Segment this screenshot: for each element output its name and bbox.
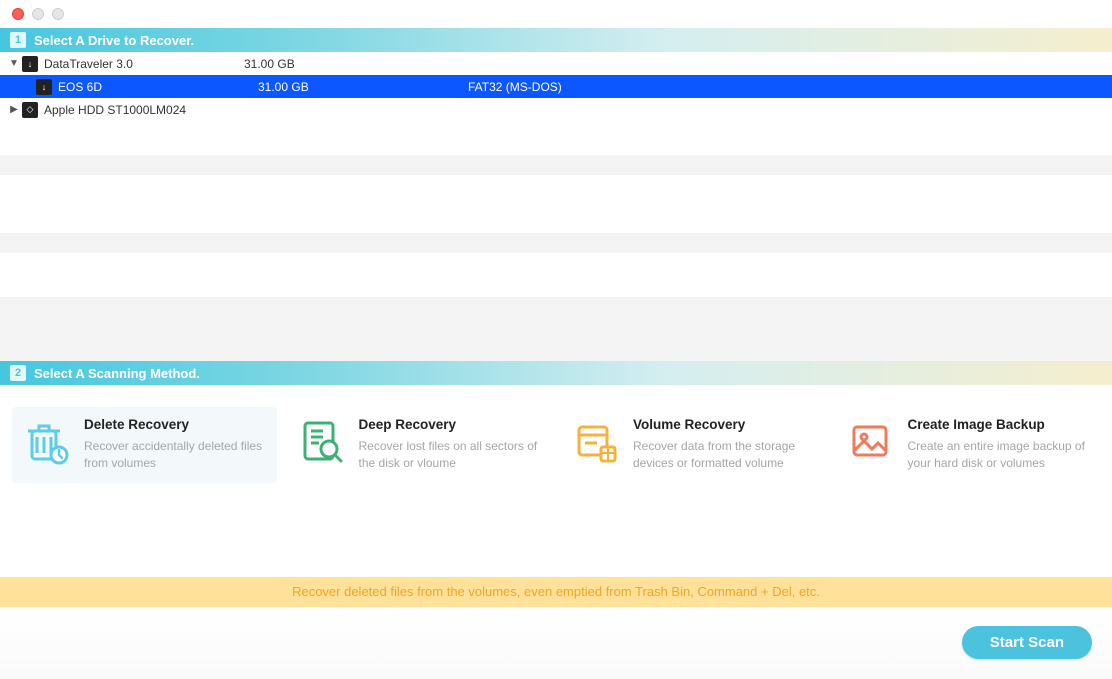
- scanning-method-list: Delete Recovery Recover accidentally del…: [0, 385, 1112, 505]
- method-description: Create an entire image backup of your ha…: [908, 438, 1091, 473]
- window-zoom-button[interactable]: [52, 8, 64, 20]
- hint-bar: Recover deleted files from the volumes, …: [0, 577, 1112, 607]
- drive-name: Apple HDD ST1000LM024: [44, 103, 244, 117]
- separator-band: [0, 233, 1112, 253]
- drive-icon: ↓: [36, 79, 52, 95]
- section-2-number: 2: [10, 365, 26, 381]
- method-image[interactable]: Create Image Backup Create an entire ima…: [836, 407, 1101, 483]
- drive-expander-icon[interactable]: ▼: [8, 58, 20, 69]
- method-description: Recover accidentally deleted files from …: [84, 438, 267, 473]
- separator-band: [0, 297, 1112, 361]
- window-minimize-button[interactable]: [32, 8, 44, 20]
- section-1-header: 1 Select A Drive to Recover.: [0, 28, 1112, 52]
- drive-size: 31.00 GB: [244, 57, 454, 71]
- section-1-number: 1: [10, 32, 26, 48]
- deep-icon: [297, 417, 345, 465]
- drive-row[interactable]: ▶ ◇ Apple HDD ST1000LM024: [0, 98, 1112, 121]
- drive-filesystem: FAT32 (MS-DOS): [468, 80, 768, 94]
- drive-row[interactable]: ↓ EOS 6D 31.00 GB FAT32 (MS-DOS): [0, 75, 1112, 98]
- drive-size: 31.00 GB: [258, 80, 468, 94]
- window-titlebar: [0, 0, 1112, 28]
- method-title: Deep Recovery: [359, 417, 542, 432]
- separator-band: [0, 155, 1112, 175]
- drive-icon: ◇: [22, 102, 38, 118]
- method-title: Volume Recovery: [633, 417, 816, 432]
- drive-row[interactable]: ▼ ↓ DataTraveler 3.0 31.00 GB: [0, 52, 1112, 75]
- method-title: Delete Recovery: [84, 417, 267, 432]
- drive-name: DataTraveler 3.0: [44, 57, 244, 71]
- method-description: Recover lost files on all sectors of the…: [359, 438, 542, 473]
- hint-text: Recover deleted files from the volumes, …: [292, 584, 820, 599]
- image-icon: [846, 417, 894, 465]
- drive-expander-icon[interactable]: ▶: [8, 104, 20, 115]
- window-close-button[interactable]: [12, 8, 24, 20]
- method-deep[interactable]: Deep Recovery Recover lost files on all …: [287, 407, 552, 483]
- drive-name: EOS 6D: [58, 80, 258, 94]
- section-1-title: Select A Drive to Recover.: [34, 33, 194, 48]
- volume-icon: [571, 417, 619, 465]
- method-delete[interactable]: Delete Recovery Recover accidentally del…: [12, 407, 277, 483]
- method-volume[interactable]: Volume Recovery Recover data from the st…: [561, 407, 826, 483]
- drive-icon: ↓: [22, 56, 38, 72]
- method-description: Recover data from the storage devices or…: [633, 438, 816, 473]
- footer: Start Scan: [0, 607, 1112, 679]
- start-scan-button[interactable]: Start Scan: [962, 626, 1092, 659]
- section-2-title: Select A Scanning Method.: [34, 366, 200, 381]
- method-title: Create Image Backup: [908, 417, 1091, 432]
- delete-icon: [22, 417, 70, 465]
- section-2-header: 2 Select A Scanning Method.: [0, 361, 1112, 385]
- drive-list: ▼ ↓ DataTraveler 3.0 31.00 GB ↓ EOS 6D 3…: [0, 52, 1112, 121]
